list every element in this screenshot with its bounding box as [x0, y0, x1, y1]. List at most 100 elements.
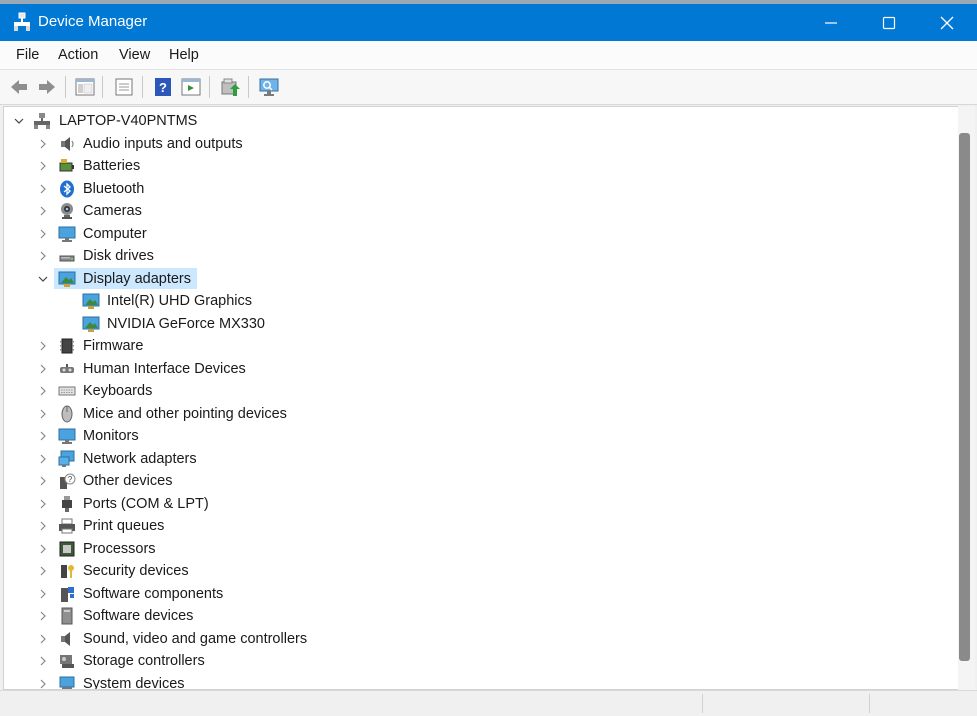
minimize-button[interactable] [802, 4, 860, 41]
chevron-right-icon[interactable] [37, 520, 49, 532]
tree-item-row[interactable]: Audio inputs and outputs [4, 133, 934, 155]
tree-item-row[interactable]: Mice and other pointing devices [4, 403, 934, 425]
status-divider [869, 694, 870, 713]
chevron-right-icon[interactable] [37, 138, 49, 150]
tree-item-row[interactable]: Sound, video and game controllers [4, 628, 934, 650]
bluetooth-icon [60, 180, 74, 197]
menu-action[interactable]: Action [58, 47, 98, 63]
tree-item-label: Sound, video and game controllers [83, 630, 308, 647]
menu-help[interactable]: Help [169, 47, 199, 63]
status-bar [0, 690, 977, 716]
chevron-right-icon[interactable] [37, 408, 49, 420]
status-divider [702, 694, 703, 713]
hid-icon [60, 363, 74, 373]
chevron-right-icon[interactable] [37, 655, 49, 667]
tree-item-row[interactable]: Processors [4, 538, 934, 560]
title-bar[interactable]: Device Manager [0, 4, 977, 41]
scan-hardware-icon[interactable] [258, 76, 280, 98]
device-manager-app-icon [14, 12, 30, 31]
chevron-right-icon[interactable] [37, 633, 49, 645]
toolbar: ? [0, 70, 977, 105]
menu-view[interactable]: View [119, 47, 150, 63]
scrollbar-thumb[interactable] [959, 133, 970, 661]
back-arrow-icon[interactable] [8, 76, 30, 98]
battery-icon [59, 159, 74, 172]
tree-child-row[interactable]: Intel(R) UHD Graphics [4, 290, 934, 312]
tree-item-row[interactable]: Batteries [4, 155, 934, 177]
show-hide-console-tree-icon[interactable] [74, 76, 96, 98]
chevron-right-icon[interactable] [37, 610, 49, 622]
chevron-right-icon[interactable] [37, 678, 49, 690]
firmware-chip-icon [60, 338, 74, 354]
tree-root-row[interactable]: LAPTOP-V40PNTMS [4, 110, 934, 132]
chevron-right-icon[interactable] [37, 363, 49, 375]
chevron-right-icon[interactable] [37, 498, 49, 510]
tree-item-row[interactable]: Firmware [4, 335, 934, 357]
tree-item-row[interactable]: Computer [4, 223, 934, 245]
vertical-scrollbar[interactable] [958, 106, 975, 690]
tree-item-row[interactable]: ? Other devices [4, 470, 934, 492]
action-pane-icon[interactable] [180, 76, 202, 98]
maximize-button[interactable] [860, 4, 918, 41]
tree-item-row[interactable]: System devices [4, 673, 934, 690]
software-device-icon [61, 607, 73, 625]
network-adapter-icon [58, 450, 75, 467]
tree-item-label: Audio inputs and outputs [83, 135, 243, 152]
tree-item-row[interactable]: Cameras [4, 200, 934, 222]
menu-file[interactable]: File [16, 47, 39, 63]
display-adapter-icon [58, 271, 76, 287]
device-manager-window: Device Manager File Action View Help ? L… [0, 4, 977, 716]
security-key-icon [61, 565, 74, 578]
tree-item-row[interactable]: Disk drives [4, 245, 934, 267]
chevron-right-icon[interactable] [37, 588, 49, 600]
chevron-right-icon[interactable] [37, 475, 49, 487]
chevron-right-icon[interactable] [37, 205, 49, 217]
tree-item-row[interactable]: Ports (COM & LPT) [4, 493, 934, 515]
tree-item-row[interactable]: Keyboards [4, 380, 934, 402]
close-button[interactable] [918, 4, 976, 41]
chevron-down-icon[interactable] [13, 115, 25, 127]
tree-item-row[interactable]: Human Interface Devices [4, 358, 934, 380]
chevron-right-icon[interactable] [37, 340, 49, 352]
menu-bar: File Action View Help [0, 41, 977, 70]
chevron-right-icon[interactable] [37, 228, 49, 240]
computer-name-label: LAPTOP-V40PNTMS [59, 113, 198, 129]
tree-item-row[interactable]: Software devices [4, 605, 934, 627]
chevron-right-icon[interactable] [37, 453, 49, 465]
chevron-right-icon[interactable] [37, 430, 49, 442]
chevron-right-icon[interactable] [37, 250, 49, 262]
chevron-right-icon[interactable] [37, 160, 49, 172]
chevron-right-icon[interactable] [37, 385, 49, 397]
tree-item-row[interactable]: Security devices [4, 560, 934, 582]
tree-item-row[interactable]: Display adapters [4, 267, 934, 290]
tree-item-row[interactable]: Network adapters [4, 448, 934, 470]
tree-item-row[interactable]: Print queues [4, 515, 934, 537]
software-component-icon [61, 586, 74, 602]
chevron-right-icon[interactable] [37, 183, 49, 195]
tree-item-label: Human Interface Devices [83, 360, 246, 377]
tree-item-label: Software devices [83, 608, 194, 624]
tree-item-label: Ports (COM & LPT) [83, 495, 209, 512]
properties-icon[interactable] [113, 76, 135, 98]
tree-item-label: Computer [83, 225, 147, 242]
tree-item-row[interactable]: Storage controllers [4, 650, 934, 672]
help-icon[interactable]: ? [152, 76, 174, 98]
tree-child-row[interactable]: NVIDIA GeForce MX330 [4, 313, 934, 335]
chevron-down-icon[interactable] [37, 273, 49, 285]
tree-item-label: Disk drives [83, 248, 154, 264]
tree-item-row[interactable]: Software components [4, 583, 934, 605]
chevron-right-icon[interactable] [37, 565, 49, 577]
toolbar-separator [248, 76, 249, 98]
port-icon [62, 495, 72, 512]
tree-item-row[interactable]: Monitors [4, 425, 934, 447]
toolbar-separator [209, 76, 210, 98]
tree-item-label: Keyboards [83, 383, 153, 399]
toolbar-separator [65, 76, 66, 98]
chevron-right-icon[interactable] [37, 543, 49, 555]
tree-item-row[interactable]: Bluetooth [4, 178, 934, 200]
maximize-icon [882, 16, 896, 30]
update-driver-icon[interactable] [219, 76, 241, 98]
forward-arrow-icon[interactable] [36, 76, 58, 98]
device-tree[interactable]: LAPTOP-V40PNTMS Audio inputs and outputs… [3, 106, 959, 690]
mouse-icon [61, 405, 73, 422]
